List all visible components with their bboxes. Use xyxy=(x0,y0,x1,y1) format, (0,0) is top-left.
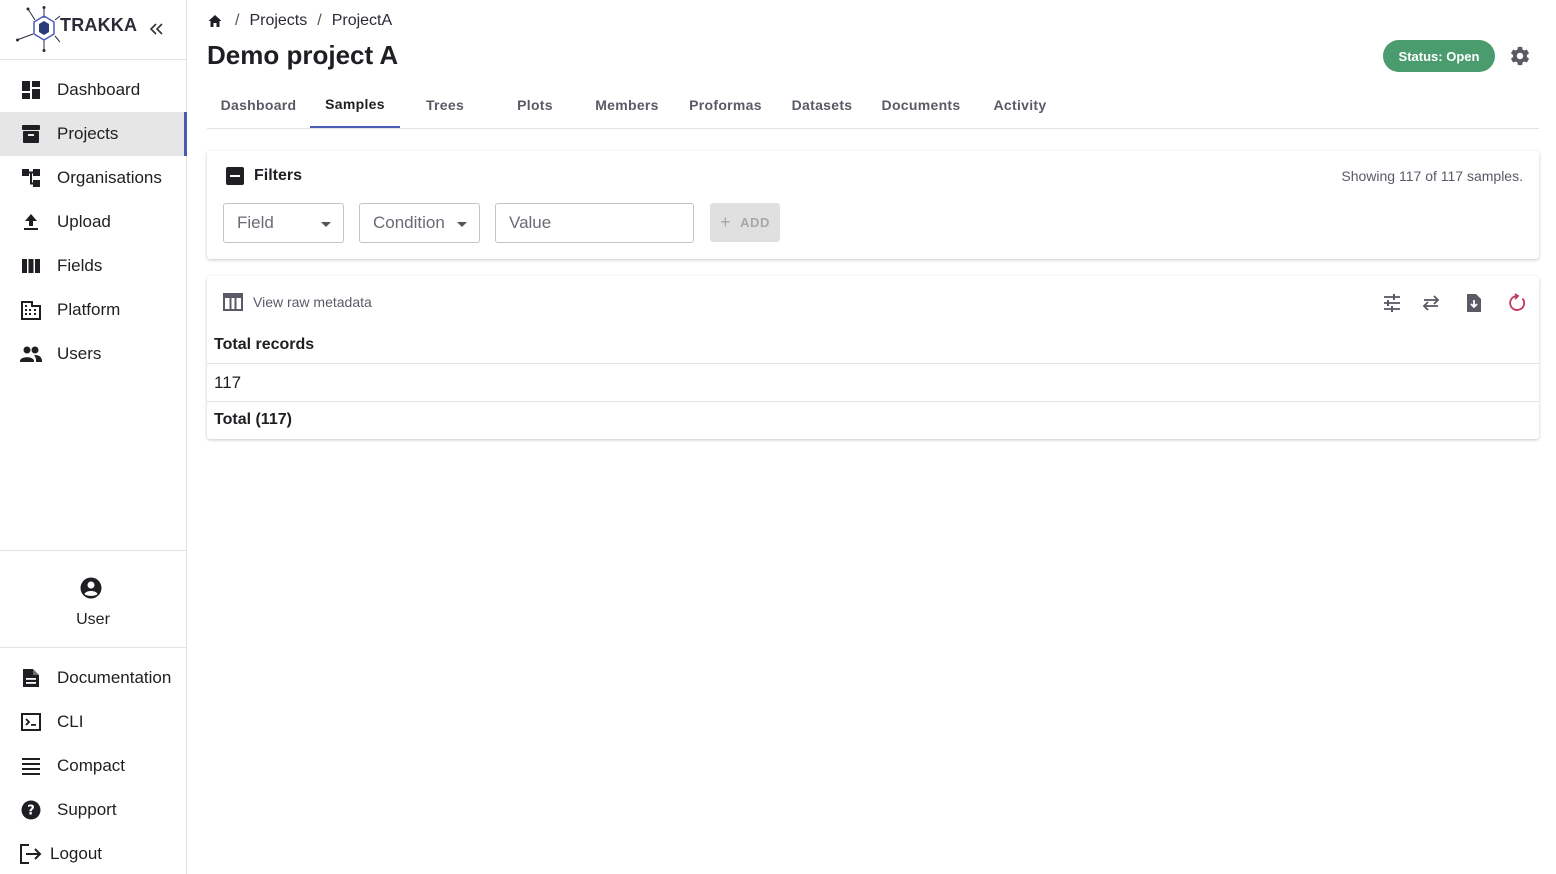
filters-panel: Filters Showing 117 of 117 samples. Fiel… xyxy=(207,151,1539,259)
sidebar-item-upload[interactable]: Upload xyxy=(0,200,186,244)
logo-row: TRAKKA xyxy=(0,0,186,60)
sidebar-item-compact[interactable]: Compact xyxy=(0,744,186,788)
columns-icon xyxy=(20,255,42,277)
dropdown-caret-icon xyxy=(321,222,331,227)
tab-plots[interactable]: Plots xyxy=(490,82,580,128)
tab-trees[interactable]: Trees xyxy=(400,82,490,128)
table-cell: 117 xyxy=(214,372,242,392)
tune-icon[interactable] xyxy=(1382,293,1402,313)
sidebar-item-label: Fields xyxy=(57,256,103,275)
sidebar-item-platform[interactable]: Platform xyxy=(0,288,186,332)
sidebar-item-label: Compact xyxy=(57,756,126,775)
sidebar-item-label: Dashboard xyxy=(57,80,141,99)
sidebar-item-projects[interactable]: Projects xyxy=(0,112,187,156)
menu-lines-icon xyxy=(20,755,42,777)
home-icon[interactable] xyxy=(207,13,223,29)
swap-horizontal-icon[interactable] xyxy=(1421,293,1441,313)
status-badge[interactable]: Status: Open xyxy=(1383,40,1495,72)
tab-datasets[interactable]: Datasets xyxy=(777,82,867,128)
user-label: User xyxy=(76,611,110,628)
sidebar-item-label: CLI xyxy=(57,712,84,731)
column-header-total-records[interactable]: Total records xyxy=(214,336,314,354)
breadcrumb-projects[interactable]: Projects xyxy=(249,12,307,30)
add-filter-label: ADD xyxy=(740,215,770,230)
sidebar-item-users[interactable]: Users xyxy=(0,332,186,376)
value-input[interactable]: Value xyxy=(495,203,694,243)
upload-icon xyxy=(20,211,42,233)
sidebar-bottom-nav: Documentation CLI Compact ? Support Logo… xyxy=(0,656,186,874)
download-file-icon[interactable] xyxy=(1464,293,1484,313)
tab-samples[interactable]: Samples xyxy=(310,82,400,128)
trakka-logo[interactable] xyxy=(16,6,60,52)
terminal-icon xyxy=(20,711,42,733)
double-chevron-left-icon xyxy=(149,23,163,35)
org-tree-icon xyxy=(20,167,42,189)
sidebar-item-label: Users xyxy=(57,344,102,363)
sidebar-item-cli[interactable]: CLI xyxy=(0,700,186,744)
breadcrumb: / Projects / ProjectA xyxy=(207,10,392,32)
logout-icon xyxy=(20,843,42,865)
field-select[interactable]: Field xyxy=(223,203,344,243)
tab-proformas[interactable]: Proformas xyxy=(674,82,777,128)
help-circle-icon: ? xyxy=(20,799,42,821)
breadcrumb-project-a[interactable]: ProjectA xyxy=(332,12,392,30)
sidebar-item-label: Projects xyxy=(57,124,119,143)
page-title: Demo project A xyxy=(207,40,399,70)
condition-select[interactable]: Condition xyxy=(359,203,480,243)
sidebar-item-documentation[interactable]: Documentation xyxy=(0,656,186,700)
view-raw-metadata-button[interactable]: View raw metadata xyxy=(223,292,372,312)
tab-dashboard[interactable]: Dashboard xyxy=(207,82,310,128)
people-icon xyxy=(20,343,42,365)
condition-select-placeholder: Condition xyxy=(373,213,445,232)
collapse-sidebar-button[interactable] xyxy=(143,16,169,42)
samples-count: Showing 117 of 117 samples. xyxy=(1341,168,1523,184)
sidebar-nav: Dashboard Projects Organisations Upload … xyxy=(0,68,187,376)
dropdown-caret-icon xyxy=(457,222,467,227)
svg-text:?: ? xyxy=(27,804,35,819)
filters-title: Filters xyxy=(254,167,303,184)
sidebar-item-dashboard[interactable]: Dashboard xyxy=(0,68,186,112)
refresh-icon[interactable] xyxy=(1507,293,1527,313)
sidebar: TRAKKA Dashboard Projects Organisations xyxy=(0,0,187,874)
sidebar-item-support[interactable]: ? Support xyxy=(0,788,186,832)
view-raw-metadata-label: View raw metadata xyxy=(253,294,372,310)
dashboard-icon xyxy=(20,79,42,101)
sidebar-item-logout[interactable]: Logout xyxy=(0,832,186,874)
table-icon xyxy=(223,293,243,311)
tab-activity[interactable]: Activity xyxy=(975,82,1065,128)
breadcrumb-separator: / xyxy=(317,12,322,29)
sidebar-item-label: Upload xyxy=(57,212,111,231)
account-circle-icon xyxy=(80,577,102,599)
sidebar-item-label: Platform xyxy=(57,300,121,319)
sidebar-item-fields[interactable]: Fields xyxy=(0,244,186,288)
sidebar-item-label: Logout xyxy=(50,844,102,863)
breadcrumb-separator: / xyxy=(235,12,240,29)
gear-icon[interactable] xyxy=(1509,45,1531,67)
table-footer-row: Total (117) xyxy=(207,402,1539,438)
field-select-placeholder: Field xyxy=(237,213,274,232)
document-icon xyxy=(20,667,42,689)
user-account[interactable]: User xyxy=(0,550,186,648)
collapse-minus-icon xyxy=(226,167,244,185)
building-icon xyxy=(20,299,42,321)
filters-toggle[interactable]: Filters xyxy=(226,167,302,185)
table-row[interactable]: 117 xyxy=(207,364,1539,402)
tab-members[interactable]: Members xyxy=(580,82,674,128)
samples-table-panel: View raw metadata Total records 117 Tota… xyxy=(207,276,1539,439)
archive-box-icon xyxy=(20,123,42,145)
plus-icon: + xyxy=(720,212,732,232)
value-input-placeholder: Value xyxy=(509,213,552,232)
table-footer-total: Total (117) xyxy=(214,411,292,428)
sidebar-item-label: Support xyxy=(57,800,117,819)
logo-text: TRAKKA xyxy=(60,15,138,35)
sidebar-item-organisations[interactable]: Organisations xyxy=(0,156,186,200)
tab-documents[interactable]: Documents xyxy=(867,82,975,128)
table-header-row: Total records xyxy=(207,326,1539,364)
sidebar-item-label: Organisations xyxy=(57,168,162,187)
project-tabs: Dashboard Samples Trees Plots Members Pr… xyxy=(207,82,1539,129)
add-filter-button[interactable]: + ADD xyxy=(710,203,780,242)
sidebar-item-label: Documentation xyxy=(57,668,172,687)
